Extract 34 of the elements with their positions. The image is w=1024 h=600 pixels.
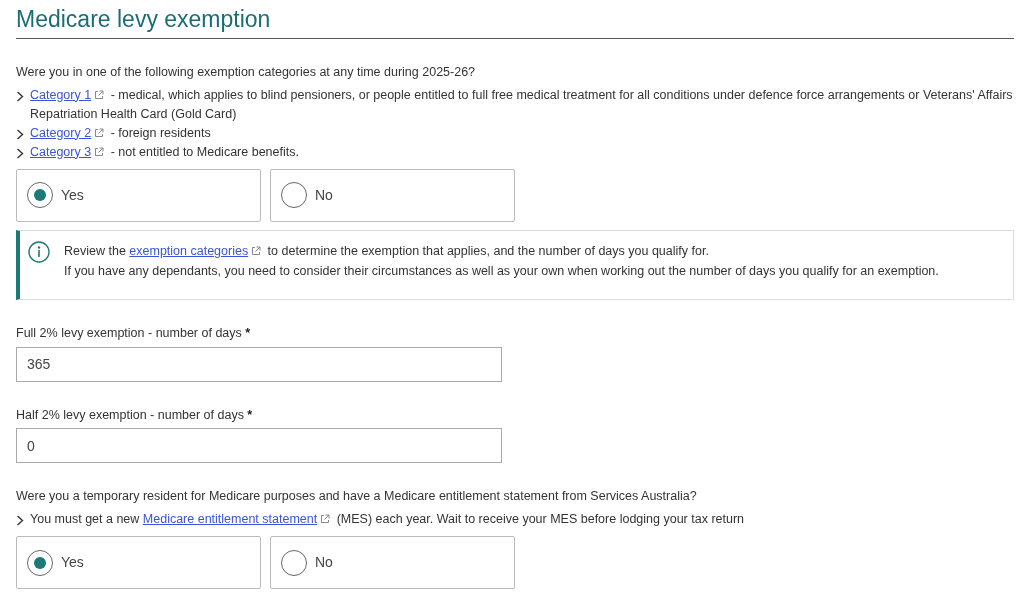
list-item-text: You must get a new Medicare entitlement statement (MES) each year. Wait to receive your MES before lodging your tax return [30,511,745,528]
chevron-icon [16,147,24,159]
link[interactable]: exemption categories [129,243,249,258]
question-text: Were you a temporary resident for Medicare purposes and have a Medicare entitlement statement from Services Australia? [16,488,698,506]
info-icon [28,240,50,263]
radio-option[interactable]: No [270,536,515,589]
input-field[interactable]: 365 [16,346,502,382]
question-text: Were you in one of the following exemption categories at any time during 2025-26? [16,64,477,81]
chevron-icon [16,90,24,102]
external-link-icon [320,514,331,524]
link[interactable]: Category 2 [30,125,92,140]
input-field[interactable]: 0 [16,428,502,464]
radio-option[interactable]: Yes [16,168,261,222]
field-label: Half 2% levy exemption - number of days * [16,406,254,424]
field-label: Full 2% levy exemption - number of days * [16,324,252,342]
link[interactable]: Category 3 [30,144,92,159]
list-item-text: Category 1 - medical, which applies to blind pensioners, or people entitled to full free medical treatment for all conditions under defence force arrangements or Veterans' Affairs Repatriation Health Card (Gold Card) [30,86,1014,123]
chevron-icon [16,515,24,526]
required-mark: * [247,407,253,422]
external-link-icon [251,245,262,256]
info-text: If you have any dependants, you need to consider their circumstances as well as your own when working out the number of days you qualify for an exemption. [64,262,939,280]
list-item-text: Category 2 - foreign residents [30,124,211,142]
list-item-text: Category 3 - not entitled to Medicare benefits. [30,143,299,161]
radio-option[interactable]: Yes [16,536,261,589]
info-text: Review the exemption categories to determine the exemption that applies, and the number of days you qualify for. [64,242,710,260]
required-mark: * [245,325,251,340]
link[interactable]: Medicare entitlement statement [142,512,318,526]
chevron-icon [16,128,24,140]
page-title: Medicare levy exemption [16,4,1014,39]
external-link-icon [94,127,105,138]
link[interactable]: Category 1 [30,87,92,102]
external-link-icon [94,146,105,157]
external-link-icon [94,89,105,100]
radio-option[interactable]: No [270,168,515,222]
